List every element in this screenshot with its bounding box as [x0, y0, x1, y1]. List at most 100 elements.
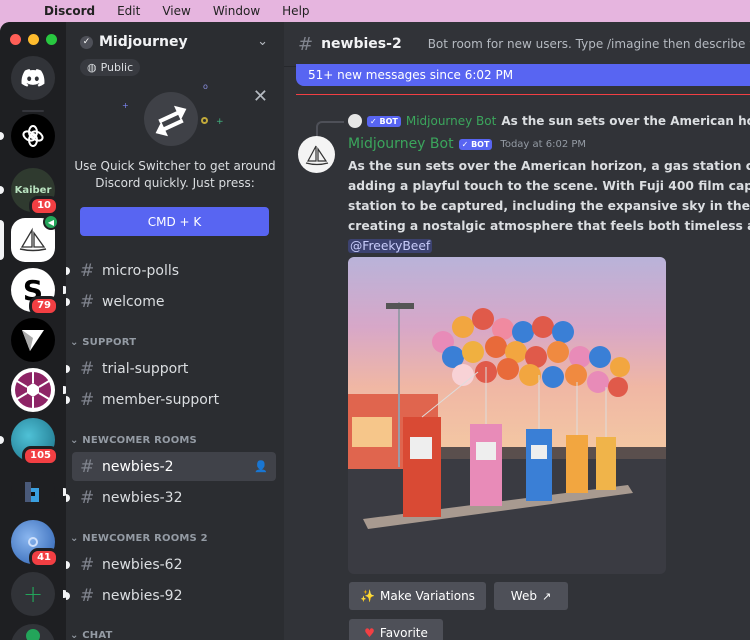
channel-micro-polls[interactable]: # micro-polls — [66, 256, 276, 285]
author-avatar[interactable] — [298, 136, 335, 173]
server-kaiber[interactable]: Kaiber 10 — [0, 168, 59, 216]
chevron-down-icon[interactable]: ⌄ — [257, 34, 268, 49]
channel-newbies-2[interactable]: # newbies-2 👤 — [72, 452, 276, 481]
channel-welcome[interactable]: # welcome — [66, 287, 276, 316]
mention-badge: 10 — [29, 196, 59, 216]
make-variations-button[interactable]: ✨ Make Variations — [349, 582, 486, 610]
channel-name: member-support — [102, 391, 220, 408]
server-s[interactable]: S 79 — [11, 268, 68, 316]
menu-edit[interactable]: Edit — [117, 4, 140, 18]
generated-image[interactable] — [348, 257, 666, 574]
server-ocean[interactable]: 105 — [0, 418, 59, 466]
new-messages-divider — [296, 94, 750, 95]
mention-badge: 105 — [22, 446, 59, 466]
compass-icon — [26, 629, 40, 640]
midjourney-icon — [19, 227, 47, 252]
message-line: station to be captured, including the ex… — [348, 199, 750, 213]
minimize-window-button[interactable] — [28, 34, 39, 45]
category-newcomer-rooms[interactable]: ⌄ NEWCOMER ROOMS — [70, 435, 197, 446]
channel-trial-support[interactable]: # trial-support — [66, 354, 276, 383]
category-chat[interactable]: ⌄ CHAT — [70, 630, 113, 640]
server-home[interactable] — [11, 56, 55, 100]
favorite-button[interactable]: ♥ Favorite — [349, 619, 443, 640]
voice-speaker-icon: ◀ — [43, 214, 59, 230]
close-window-button[interactable] — [10, 34, 21, 45]
zoom-window-button[interactable] — [46, 34, 57, 45]
guild-header[interactable]: ✓ Midjourney — [80, 34, 188, 50]
message-line: adding a playful touch to the scene. Wit… — [348, 179, 750, 193]
menu-window[interactable]: Window — [213, 4, 260, 18]
chat-area: # newbies-2 Bot room for new users. Type… — [284, 22, 750, 640]
selected-pill — [0, 220, 4, 260]
unread-pill — [0, 132, 4, 140]
channel-topic[interactable]: Bot room for new users. Type /imagine th… — [428, 37, 750, 51]
unread-pill — [66, 395, 70, 404]
channel-name: newbies-62 — [102, 556, 183, 573]
channel-title: newbies-2 — [321, 36, 402, 52]
reply-author[interactable]: Midjourney Bot — [406, 114, 497, 128]
channel-newbies-32[interactable]: # newbies-32 — [66, 483, 276, 512]
server-rail: Kaiber 10 ◀ S 79 105 41 + — [0, 22, 68, 640]
unread-pill — [66, 560, 70, 569]
channel-header: # newbies-2 Bot room for new users. Type… — [284, 22, 750, 67]
channel-newbies-62[interactable]: # newbies-62 — [66, 550, 276, 579]
text-channel-icon: # — [80, 358, 95, 379]
discord-icon — [21, 69, 45, 87]
button-label: Make Variations — [380, 589, 475, 603]
window-controls — [10, 34, 57, 45]
channel-name: welcome — [102, 293, 165, 310]
author-name[interactable]: Midjourney Bot — [348, 136, 454, 152]
message-line: creating a nostalgic atmosphere that fee… — [348, 219, 750, 233]
unread-pill — [0, 436, 4, 444]
thread-channel-icon: # — [80, 487, 95, 508]
sparkles-icon: ✨ — [360, 589, 376, 603]
heart-icon: ♥ — [364, 626, 375, 640]
channel-name: newbies-32 — [102, 489, 183, 506]
new-messages-bar[interactable]: 51+ new messages since 6:02 PM — [296, 64, 750, 86]
category-support[interactable]: ⌄ SUPPORT — [70, 337, 136, 348]
server-blue[interactable]: 41 — [11, 520, 59, 568]
add-server-button[interactable]: + — [11, 572, 68, 616]
server-triangle[interactable] — [11, 318, 55, 362]
bot-tag: ✓ BOT — [458, 138, 493, 150]
triangle-icon — [22, 330, 44, 351]
quick-switcher-button[interactable]: CMD + K — [80, 207, 269, 236]
text-channel-icon: # — [80, 260, 95, 281]
hex-icon — [15, 372, 51, 408]
kaiber-icon: Kaiber — [14, 184, 52, 196]
sparkle-dot: + — [216, 117, 224, 127]
channel-newbies-92[interactable]: # newbies-92 — [66, 581, 276, 610]
category-newcomer-rooms-2[interactable]: ⌄ NEWCOMER ROOMS 2 — [70, 533, 208, 544]
guild-name: Midjourney — [99, 34, 188, 50]
server-midjourney[interactable]: ◀ — [0, 214, 59, 262]
text-channel-icon: # — [80, 291, 95, 312]
menu-view[interactable]: View — [162, 4, 190, 18]
menu-app[interactable]: Discord — [44, 4, 95, 18]
reply-reference[interactable]: ✓ BOT Midjourney Bot As the sun sets ove… — [348, 114, 750, 128]
server-blocks[interactable] — [11, 470, 68, 514]
channel-list: ✓ Midjourney ⌄ ◍ Public ✕ o + + Use Quic… — [66, 22, 284, 640]
close-icon[interactable]: ✕ — [253, 86, 268, 107]
quick-switcher-hint: Use Quick Switcher to get around Discord… — [66, 158, 284, 192]
quick-switcher-art — [144, 92, 198, 146]
discover-server-button[interactable] — [11, 624, 55, 640]
mention-badge: 41 — [29, 548, 59, 568]
swap-arrows-icon — [155, 105, 187, 137]
menu-help[interactable]: Help — [282, 4, 309, 18]
web-link-button[interactable]: Web ↗ — [494, 582, 568, 610]
message-line: As the sun sets over the American horizo… — [348, 159, 750, 173]
midjourney-boat-icon — [305, 145, 328, 165]
verified-icon: ✓ — [80, 35, 93, 49]
server-hex[interactable] — [11, 368, 68, 412]
server-chatgpt[interactable] — [0, 114, 55, 158]
unread-pill — [66, 493, 70, 502]
reply-connector — [316, 121, 344, 137]
invite-user-icon[interactable]: 👤 — [254, 460, 268, 473]
sparkle-dot: o — [203, 82, 208, 91]
channel-member-support[interactable]: # member-support — [66, 385, 276, 414]
category-label: NEWCOMER ROOMS — [82, 435, 197, 446]
user-mention[interactable]: @FreekyBeef — [348, 239, 433, 253]
plus-icon: + — [22, 580, 44, 608]
reply-avatar — [348, 114, 362, 128]
external-link-icon: ↗ — [541, 589, 552, 603]
